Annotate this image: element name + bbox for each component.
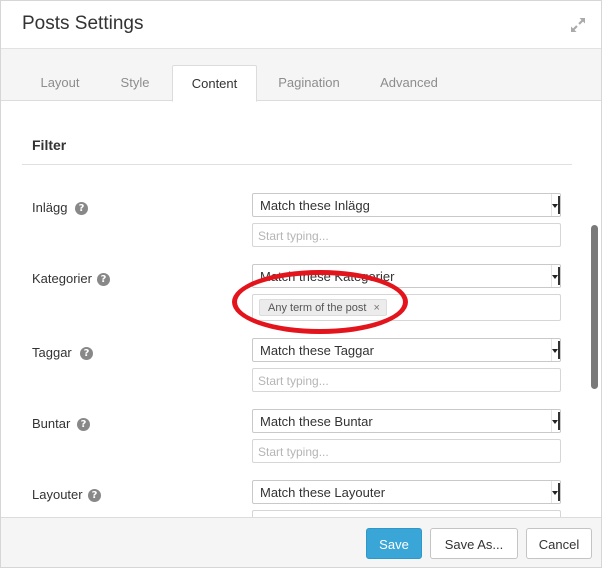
save-as-button[interactable]: Save As...: [430, 528, 518, 559]
kategorier-match-select[interactable]: Match these Kategorier: [252, 264, 561, 288]
kategorier-tag-input[interactable]: Any term of the post ×: [252, 294, 561, 321]
tab-content[interactable]: Content: [172, 65, 257, 102]
term-tag: Any term of the post ×: [259, 299, 387, 316]
chevron-down-icon: [551, 194, 560, 216]
tab-pagination[interactable]: Pagination: [257, 65, 361, 101]
filter-label-kategorier: Kategorier: [32, 271, 92, 286]
chevron-down-icon: [551, 410, 560, 432]
remove-tag-icon[interactable]: ×: [373, 302, 379, 314]
layouter-search-input[interactable]: [252, 510, 561, 517]
tab-style[interactable]: Style: [99, 65, 171, 101]
help-icon[interactable]: ?: [80, 347, 93, 360]
buntar-match-select[interactable]: Match these Buntar: [252, 409, 561, 433]
chevron-down-icon: [551, 339, 560, 361]
filter-label-layouter: Layouter: [32, 487, 83, 502]
inlagg-match-select[interactable]: Match these Inlägg: [252, 193, 561, 217]
dialog-footer: Save Save As... Cancel: [1, 517, 601, 567]
save-button[interactable]: Save: [366, 528, 422, 559]
content-panel: Filter Inlägg ? Match these Inlägg Start…: [1, 102, 601, 517]
help-icon[interactable]: ?: [77, 418, 90, 431]
select-value: Match these Kategorier: [260, 269, 395, 284]
select-value: Match these Layouter: [260, 485, 386, 500]
settings-tabs: Layout Style Content Pagination Advanced: [1, 49, 601, 102]
taggar-search-input[interactable]: Start typing...: [252, 368, 561, 392]
buntar-search-input[interactable]: Start typing...: [252, 439, 561, 463]
tag-label: Any term of the post: [268, 302, 367, 314]
select-value: Match these Taggar: [260, 343, 374, 358]
expand-arrows-icon[interactable]: [569, 16, 587, 34]
help-icon[interactable]: ?: [75, 202, 88, 215]
dialog-title: Posts Settings: [22, 13, 144, 34]
chevron-down-icon: [551, 265, 560, 287]
filter-label-inlagg: Inlägg: [32, 200, 68, 215]
content-scrollbar[interactable]: [591, 225, 598, 389]
section-divider: [22, 164, 572, 165]
taggar-match-select[interactable]: Match these Taggar: [252, 338, 561, 362]
filter-section-title: Filter: [32, 137, 67, 153]
layouter-match-select[interactable]: Match these Layouter: [252, 480, 561, 504]
chevron-down-icon: [551, 481, 560, 503]
cancel-button[interactable]: Cancel: [526, 528, 592, 559]
dialog-header: Posts Settings: [1, 1, 601, 49]
filter-label-buntar: Buntar: [32, 416, 71, 431]
help-icon[interactable]: ?: [97, 273, 110, 286]
select-value: Match these Inlägg: [260, 198, 370, 213]
tab-advanced[interactable]: Advanced: [361, 65, 457, 101]
filter-label-taggar: Taggar: [32, 345, 72, 360]
help-icon[interactable]: ?: [88, 489, 101, 502]
inlagg-search-input[interactable]: Start typing...: [252, 223, 561, 247]
tab-layout[interactable]: Layout: [21, 65, 99, 101]
select-value: Match these Buntar: [260, 414, 373, 429]
posts-settings-dialog: Posts Settings Layout Style Content Pagi…: [0, 0, 602, 568]
